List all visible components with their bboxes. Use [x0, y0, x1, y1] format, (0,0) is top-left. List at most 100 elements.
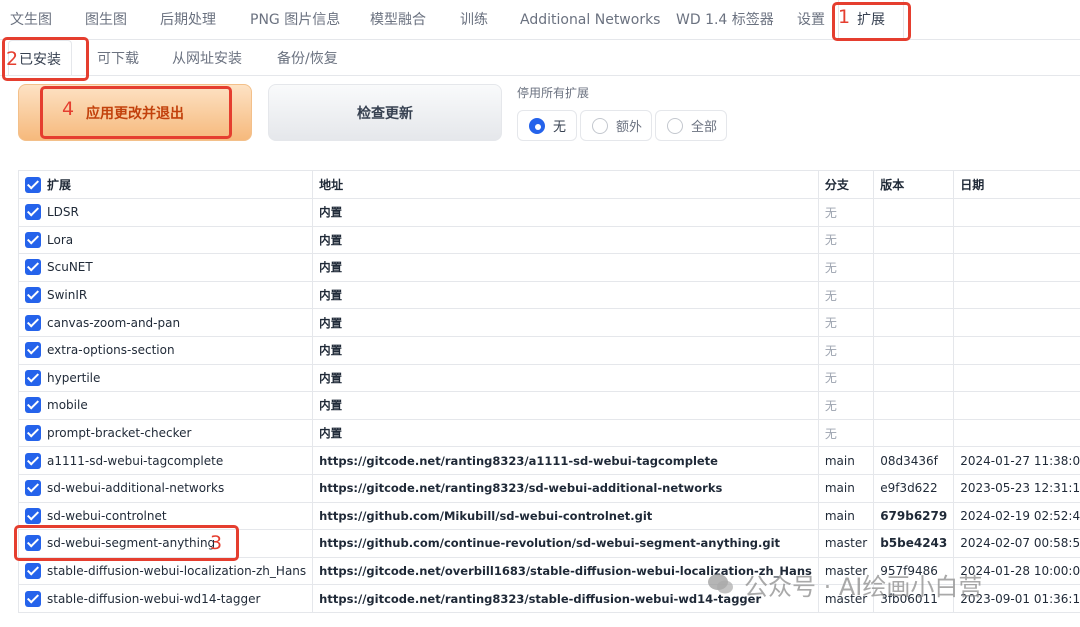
extension-branch-cell: main [817, 473, 875, 503]
extension-enabled-checkbox[interactable] [25, 425, 41, 442]
extension-branch-cell: 无 [817, 280, 875, 310]
tab-wd14-tagger[interactable]: WD 1.4 标签器 [676, 0, 774, 40]
extension-enabled-checkbox[interactable] [25, 507, 41, 524]
top-tab-bar: 文生图 图生图 后期处理 PNG 图片信息 模型融合 训练 Additional… [0, 0, 1080, 40]
extension-enabled-checkbox[interactable] [25, 369, 41, 386]
annotation-number-1: 1 [838, 6, 851, 28]
extension-url-cell: 内置 [312, 225, 819, 255]
extension-name: mobile [47, 398, 88, 413]
extension-version-cell [873, 363, 955, 393]
radio-all-label: 全部 [691, 120, 718, 135]
extension-enabled-checkbox[interactable] [25, 452, 41, 469]
extension-date-cell [953, 363, 1080, 393]
tab-additional-networks[interactable]: Additional Networks [520, 0, 660, 40]
extension-date-cell [953, 225, 1080, 255]
extension-name: prompt-bracket-checker [47, 426, 192, 441]
tab-png-info[interactable]: PNG 图片信息 [250, 0, 340, 40]
extension-enabled-checkbox[interactable] [25, 259, 41, 276]
extension-name: LDSR [47, 205, 79, 220]
extension-date-cell [953, 418, 1080, 448]
extension-version-cell [873, 280, 955, 310]
extension-url-cell: 内置 [312, 363, 819, 393]
extension-name-cell: extra-options-section [17, 335, 314, 365]
extension-branch-cell: 无 [817, 418, 875, 448]
extension-url-cell: https://github.com/continue-revolution/s… [312, 529, 819, 558]
extension-name: canvas-zoom-and-pan [47, 315, 181, 330]
table-row: sd-webui-additional-networks https://gitc… [17, 473, 1080, 503]
extensions-sub-tab-bar: 已安装 可下载 从网址安装 备份/恢复 [0, 40, 1080, 76]
extension-url-cell: 内置 [312, 391, 819, 420]
radio-none-label: 无 [553, 120, 567, 135]
extension-enabled-checkbox[interactable] [25, 563, 41, 580]
extension-enabled-checkbox[interactable] [25, 287, 41, 304]
extension-name-cell: hypertile [17, 363, 314, 393]
extension-url-cell: 内置 [312, 335, 819, 365]
extension-enabled-checkbox[interactable] [25, 590, 41, 607]
radio-unselected-icon [667, 117, 683, 134]
annotation-number-3: 3 [210, 532, 223, 554]
extension-branch-cell: 无 [817, 225, 875, 255]
radio-all[interactable]: 全部 [655, 110, 727, 141]
subtab-backup-restore[interactable]: 备份/恢复 [277, 40, 338, 76]
extension-enabled-checkbox[interactable] [25, 231, 41, 248]
extension-enabled-checkbox[interactable] [25, 204, 41, 221]
extension-url-cell: https://github.com/Mikubill/sd-webui-con… [312, 501, 819, 531]
header-branch: 分支 [817, 170, 875, 199]
extension-date-cell [953, 198, 1080, 227]
extension-branch-cell: 无 [817, 391, 875, 420]
extension-version-cell [873, 418, 955, 448]
extension-name-cell: ScuNET [17, 253, 314, 282]
table-row: a1111-sd-webui-tagcomplete https://gitcod… [17, 446, 1080, 475]
table-row: ScuNET 内置无 [17, 253, 1080, 282]
tab-img2img[interactable]: 图生图 [85, 0, 127, 40]
extension-version-cell [873, 225, 955, 255]
tab-train[interactable]: 训练 [460, 0, 488, 40]
extension-name-cell: mobile [17, 391, 314, 420]
extension-branch-cell: 无 [817, 253, 875, 282]
tab-checkpoint-merger[interactable]: 模型融合 [370, 0, 426, 40]
table-row: canvas-zoom-and-pan 内置无 [17, 308, 1080, 337]
wechat-icon [708, 574, 733, 594]
subtab-available[interactable]: 可下载 [97, 40, 139, 76]
tab-settings[interactable]: 设置 [797, 0, 825, 40]
header-extension: 扩展 [17, 170, 314, 199]
extension-version-cell: 08d3436f [873, 446, 955, 475]
tab-txt2img[interactable]: 文生图 [10, 0, 52, 40]
watermark-text: 公众号 · AI绘画小白营 [744, 572, 983, 601]
tab-extras[interactable]: 后期处理 [160, 0, 216, 40]
extension-version-cell: e9f3d622 [873, 473, 955, 503]
extension-date-cell [953, 280, 1080, 310]
extension-name-cell: LDSR [17, 198, 314, 227]
extension-url-cell: 内置 [312, 280, 819, 310]
extension-date-cell: 2023-05-23 12:31:15 [953, 473, 1080, 503]
select-all-checkbox[interactable] [25, 176, 41, 193]
annotation-box-segment-anything [14, 525, 239, 561]
extension-enabled-checkbox[interactable] [25, 314, 41, 331]
table-row: hypertile 内置无 [17, 363, 1080, 393]
extension-url-cell: 内置 [312, 308, 819, 337]
header-url: 地址 [312, 170, 819, 199]
subtab-install-from-url[interactable]: 从网址安装 [172, 40, 242, 76]
radio-extra[interactable]: 额外 [580, 110, 652, 141]
extension-name-cell: stable-diffusion-webui-wd14-tagger [17, 584, 314, 613]
extension-branch-cell: main [817, 446, 875, 475]
extension-branch-cell: master [817, 529, 875, 558]
extension-date-cell: 2024-02-19 02:52:46 [953, 501, 1080, 531]
extension-name: SwinIR [47, 288, 88, 303]
extension-enabled-checkbox[interactable] [25, 342, 41, 359]
extension-enabled-checkbox[interactable] [25, 397, 41, 414]
extension-branch-cell: 无 [817, 198, 875, 227]
extension-date-cell [953, 391, 1080, 420]
extension-date-cell: 2024-01-27 11:38:08 [953, 446, 1080, 475]
sub-tab-divider [0, 75, 1080, 76]
table-row: extra-options-section 内置无 [17, 335, 1080, 365]
radio-none[interactable]: 无 [517, 110, 577, 141]
annotation-number-2: 2 [6, 48, 19, 70]
table-row: LDSR 内置无 [17, 198, 1080, 227]
extension-version-cell [873, 308, 955, 337]
header-date: 日期 [953, 170, 1080, 199]
check-updates-button[interactable]: 检查更新 [268, 84, 502, 141]
extension-branch-cell: 无 [817, 363, 875, 393]
extension-enabled-checkbox[interactable] [25, 480, 41, 497]
extension-branch-cell: main [817, 501, 875, 531]
